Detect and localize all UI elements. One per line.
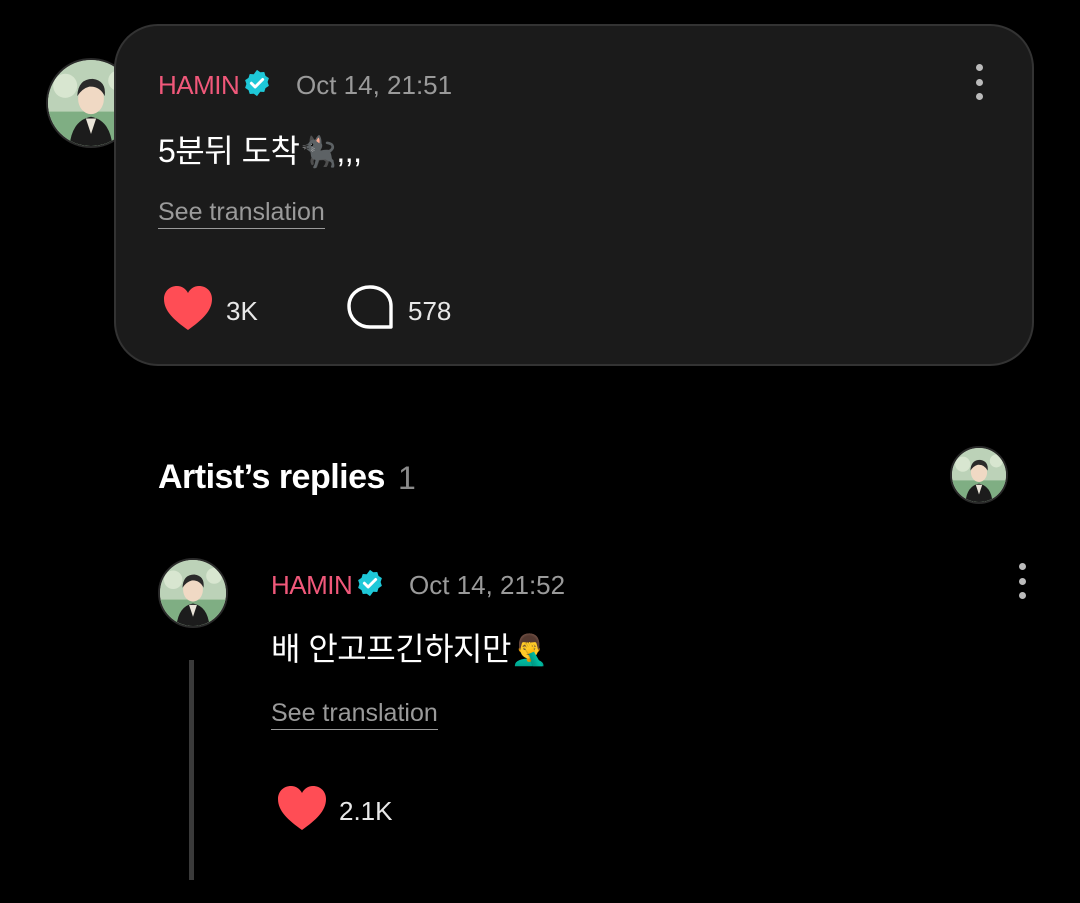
artist-replies-count: 1 [398, 460, 416, 496]
reply-author-name[interactable]: HAMIN [271, 570, 353, 601]
reply-like-heart-icon[interactable] [276, 784, 328, 832]
post-comment-count: 578 [408, 296, 452, 326]
post-like-count: 3K [226, 296, 258, 326]
post-text-suffix: ,,, [336, 133, 362, 169]
reply-author-avatar[interactable] [158, 558, 228, 628]
post-card: HAMIN Oct 14, 21:51 5분뒤 도착🐈‍⬛,,, See tra… [114, 24, 1034, 366]
facepalm-emoji: 🤦‍♂️ [510, 634, 548, 667]
post-see-translation-link[interactable]: See translation [158, 198, 325, 229]
artist-replies-avatar[interactable] [950, 446, 1008, 504]
verified-icon [242, 68, 272, 98]
cat-emoji: 🐈‍⬛ [299, 136, 337, 169]
post-comment-bubble-icon[interactable] [346, 284, 394, 330]
post-text-content: 5분뒤 도착 [158, 133, 300, 169]
post-more-options-icon[interactable] [974, 64, 984, 100]
reply-timestamp: Oct 14, 21:52 [409, 570, 566, 600]
reply-text: 배 안고프긴하지만🤦‍♂️ [271, 624, 548, 670]
post-author-name[interactable]: HAMIN [158, 70, 240, 101]
post-text: 5분뒤 도착🐈‍⬛,,, [158, 126, 362, 172]
reply-more-options-icon[interactable] [1017, 563, 1027, 599]
post-like-heart-icon[interactable] [162, 284, 214, 332]
reply-text-content: 배 안고프긴하지만 [271, 631, 511, 667]
post-timestamp: Oct 14, 21:51 [296, 70, 453, 100]
reply-like-count: 2.1K [339, 796, 393, 826]
artist-replies-title: Artist’s replies [158, 458, 385, 496]
verified-icon [355, 568, 385, 598]
reply-thread-line [189, 660, 194, 880]
reply-see-translation-link[interactable]: See translation [271, 699, 438, 730]
